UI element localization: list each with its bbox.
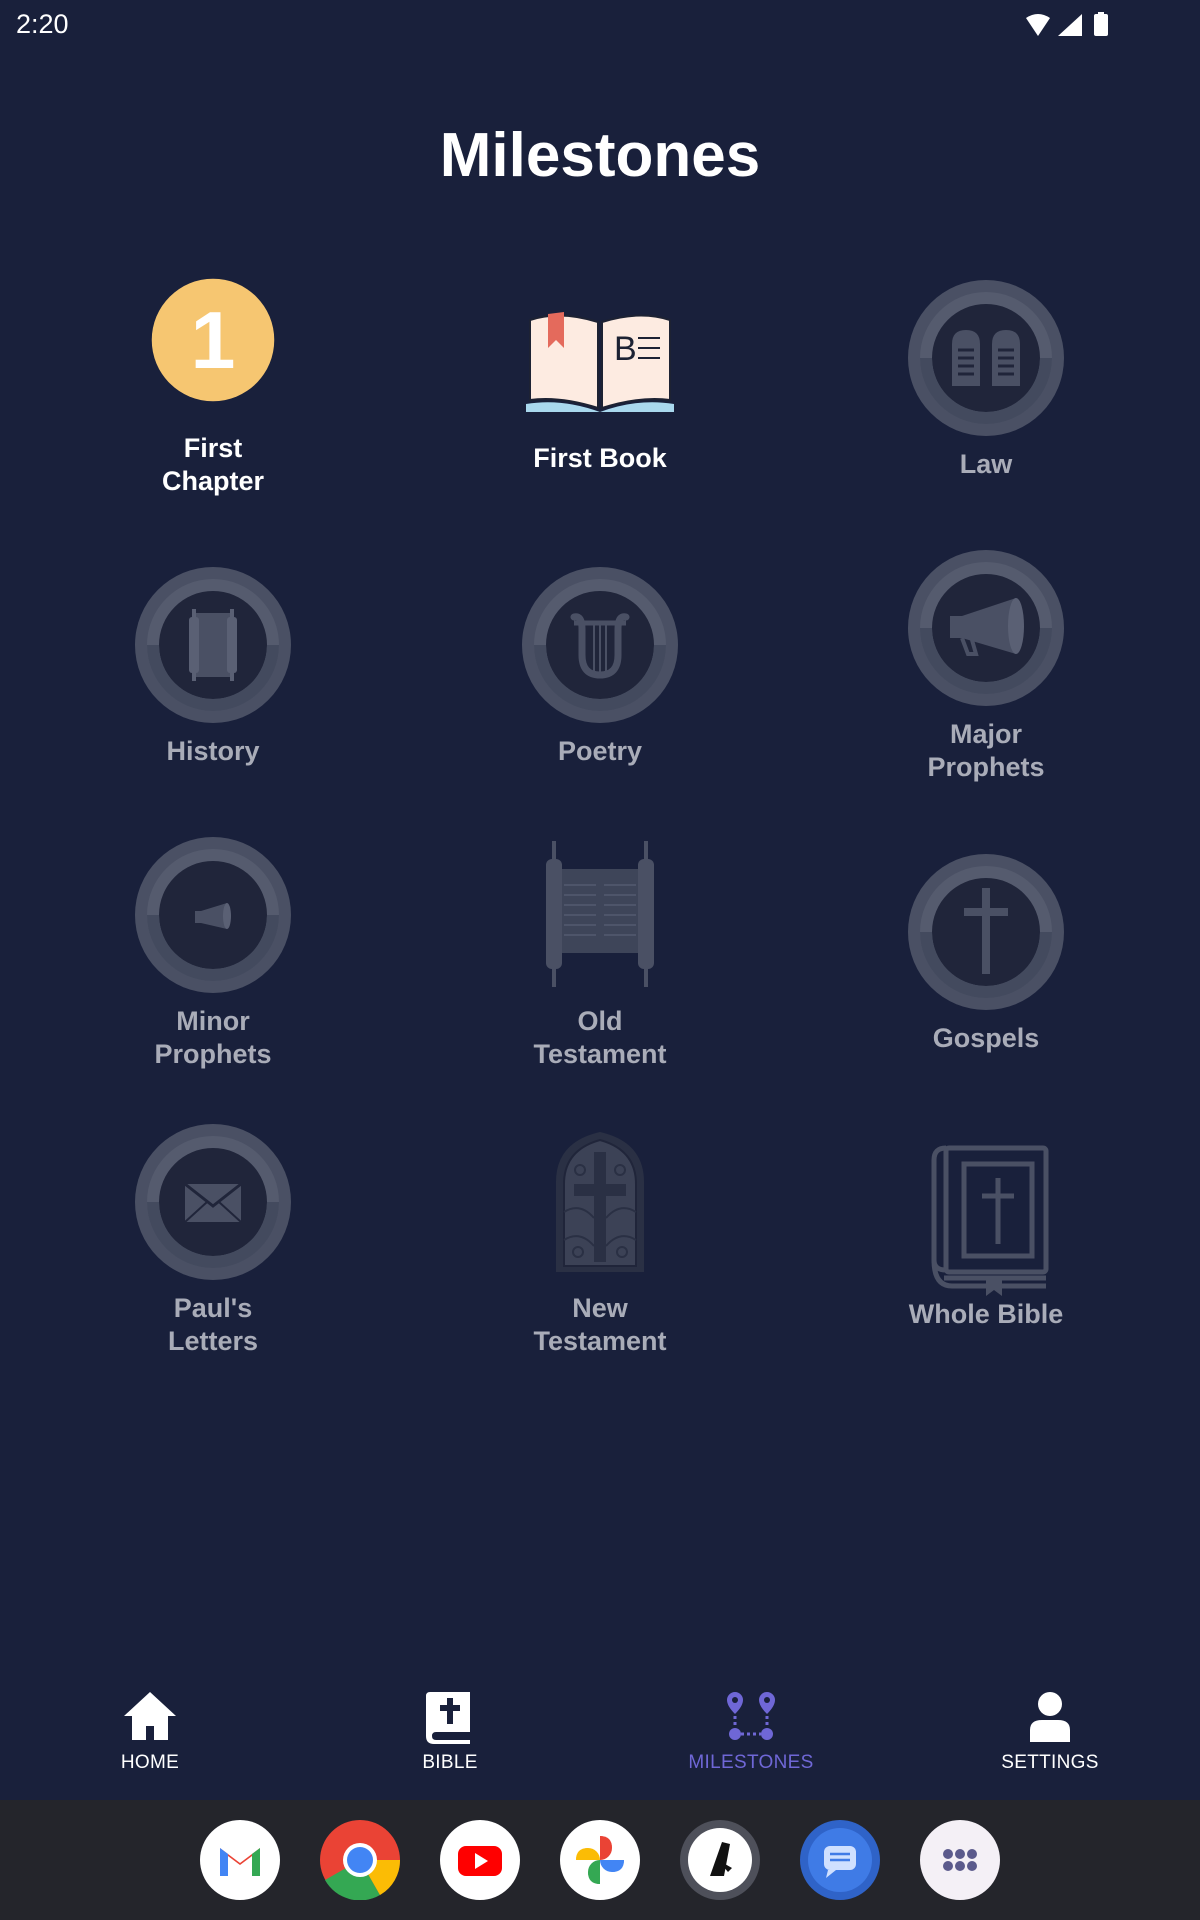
scroll-icon: [135, 567, 291, 723]
nav-milestones[interactable]: MILESTONES: [631, 1686, 871, 1774]
open-book-icon: B: [526, 312, 674, 412]
stone-tablets-icon: [908, 280, 1064, 436]
nav-home[interactable]: HOME: [30, 1686, 270, 1774]
milestone-label: Poetry: [557, 736, 643, 766]
stained-glass-window-icon: [556, 1132, 644, 1272]
lyre-icon: [522, 567, 678, 723]
nav-label: BIBLE: [422, 1752, 478, 1773]
milestones-grid: 1 First Chapter B First Book Law History…: [0, 0, 1200, 1400]
bible-app-icon[interactable]: [680, 1820, 760, 1900]
messages-icon[interactable]: [800, 1820, 880, 1900]
megaphone-icon: [908, 550, 1064, 706]
youtube-icon[interactable]: [440, 1820, 520, 1900]
number-one-icon: 1: [151, 278, 275, 402]
torah-scroll-icon: [546, 841, 654, 987]
bottom-navigation: HOME BIBLE MILESTONES SETTINGS: [0, 1660, 1200, 1800]
badge-one-text: 1: [191, 296, 236, 386]
milestones-route-icon: [727, 1692, 775, 1740]
milestone-label: Minor Prophets: [154, 1006, 272, 1069]
cross-icon: [908, 854, 1064, 1010]
nav-label: SETTINGS: [1001, 1752, 1099, 1773]
gmail-icon[interactable]: [200, 1820, 280, 1900]
milestone-new-testament[interactable]: New Testament: [450, 1122, 750, 1358]
bible-icon: [426, 1692, 470, 1744]
app-drawer-icon[interactable]: [920, 1820, 1000, 1900]
milestone-major-prophets[interactable]: Major Prophets: [836, 548, 1136, 784]
milestone-label: Whole Bible: [908, 1299, 1064, 1329]
milestone-label: First Chapter: [161, 433, 264, 496]
milestone-history[interactable]: History: [63, 565, 363, 768]
nav-settings[interactable]: SETTINGS: [930, 1686, 1170, 1774]
milestone-minor-prophets[interactable]: Minor Prophets: [63, 835, 363, 1071]
milestone-label: History: [166, 736, 260, 766]
nav-label: MILESTONES: [688, 1752, 814, 1773]
milestone-label: Major Prophets: [927, 719, 1045, 782]
bible-book-icon: [931, 1145, 1049, 1296]
milestone-pauls-letters[interactable]: Paul's Letters: [63, 1122, 363, 1358]
milestone-poetry[interactable]: Poetry: [450, 565, 750, 768]
envelope-icon: [135, 1124, 291, 1280]
app-dock: [0, 1800, 1200, 1920]
milestone-law[interactable]: Law: [836, 278, 1136, 481]
person-icon: [1030, 1692, 1070, 1742]
milestone-old-testament[interactable]: Old Testament: [450, 835, 750, 1071]
milestone-label: First Book: [533, 443, 667, 473]
milestone-first-book[interactable]: B First Book: [450, 300, 750, 475]
milestone-label: Law: [959, 449, 1013, 479]
home-icon: [124, 1692, 176, 1740]
milestone-label: New Testament: [533, 1293, 667, 1356]
nav-label: HOME: [120, 1752, 180, 1773]
milestone-gospels[interactable]: Gospels: [836, 852, 1136, 1055]
milestone-label: Old Testament: [533, 1006, 667, 1069]
milestone-whole-bible[interactable]: Whole Bible: [836, 1140, 1136, 1331]
nav-bible[interactable]: BIBLE: [330, 1686, 570, 1774]
milestone-label: Gospels: [932, 1023, 1040, 1053]
milestone-first-chapter[interactable]: 1 First Chapter: [63, 270, 363, 498]
milestone-label: Paul's Letters: [167, 1293, 259, 1356]
small-megaphone-icon: [135, 837, 291, 993]
chrome-icon[interactable]: [320, 1820, 401, 1901]
svg-text:B: B: [614, 330, 637, 368]
photos-icon[interactable]: [560, 1820, 640, 1900]
